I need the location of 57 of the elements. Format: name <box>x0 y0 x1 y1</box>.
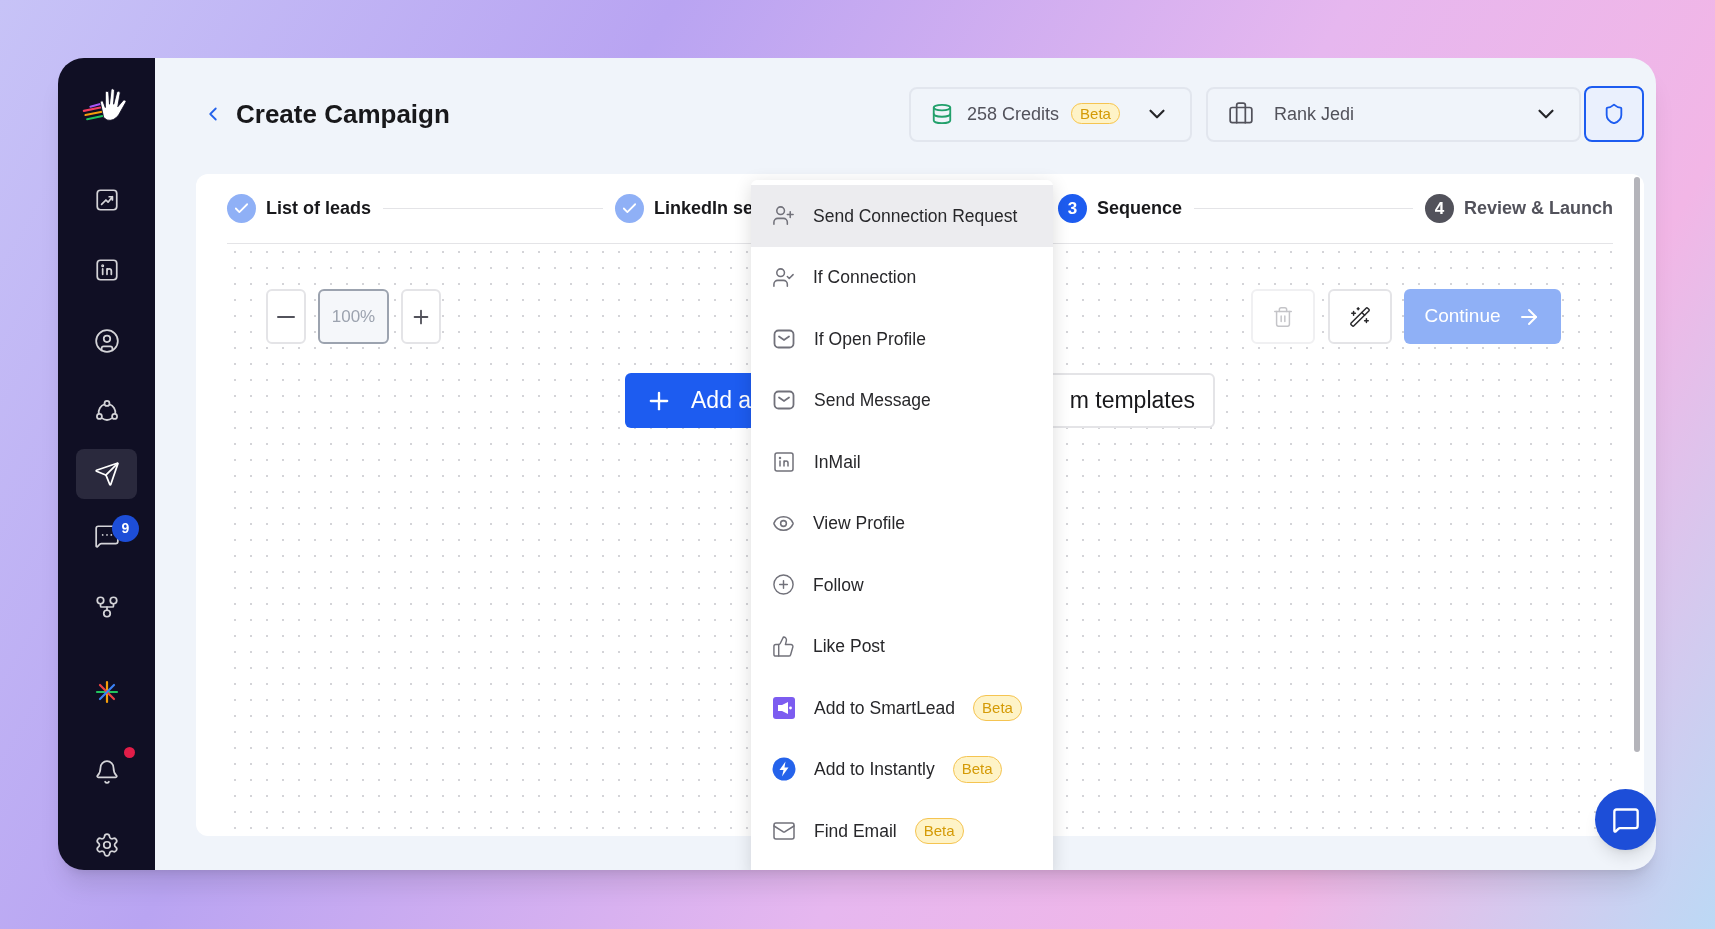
workspace-name: Rank Jedi <box>1274 102 1355 126</box>
asterisk-icon <box>94 679 119 704</box>
beta-badge: Beta <box>914 817 964 844</box>
magic-wand-icon <box>1349 305 1371 328</box>
beta-badge: Beta <box>1071 103 1120 124</box>
chat-icon <box>93 523 120 550</box>
briefcase-icon <box>1228 101 1254 127</box>
linkedin-icon <box>93 257 120 284</box>
settings-icon <box>93 831 120 858</box>
step-label: Sequence <box>1097 198 1183 218</box>
scrollbar[interactable] <box>1634 177 1640 752</box>
trash-icon <box>1272 305 1294 328</box>
unread-count-badge: 9 <box>112 515 139 543</box>
user-check-icon <box>772 265 795 289</box>
step-label: Review & Launch <box>1463 198 1613 218</box>
step-label: List of leads <box>266 198 372 218</box>
chat-launcher-button[interactable] <box>1595 789 1656 850</box>
sidebar-item[interactable] <box>76 448 137 500</box>
chat-icon <box>1611 805 1640 834</box>
shield-icon <box>1603 103 1625 125</box>
sidebar-item[interactable]: 9 <box>76 511 137 562</box>
minus-icon <box>277 315 295 318</box>
lightning-icon <box>772 757 796 782</box>
credits-dropdown[interactable]: 258 Credits Beta <box>909 86 1192 142</box>
user-icon <box>93 327 120 354</box>
beta-badge: Beta <box>952 756 1002 783</box>
step-indicator: 4 <box>1424 194 1454 223</box>
plus-circle-icon <box>772 573 795 597</box>
menu-item[interactable]: View Profile <box>751 492 1053 554</box>
magic-wand-button[interactable] <box>1328 289 1392 344</box>
menu-item[interactable]: Add to Instantly Beta <box>751 738 1053 800</box>
user-plus-icon <box>772 204 795 228</box>
zoom-in-button[interactable] <box>401 289 441 344</box>
megaphone-icon <box>772 695 796 720</box>
step-label: LinkedIn se <box>654 198 754 218</box>
menu-item[interactable]: InMail <box>751 431 1053 493</box>
shield-button[interactable] <box>1584 86 1644 142</box>
credits-count: 258 Credits <box>967 102 1060 126</box>
menu-item[interactable]: Like Post <box>751 615 1053 677</box>
chart-icon <box>93 186 120 213</box>
database-icon <box>931 103 953 125</box>
beta-badge: Beta <box>973 694 1022 721</box>
bell-icon <box>93 759 120 786</box>
send-icon <box>93 460 120 487</box>
step-indicator: 3 <box>1058 194 1088 223</box>
page-title: Create Campaign <box>236 97 450 131</box>
menu-item[interactable]: If Connection <box>751 246 1053 308</box>
linkedin-icon <box>772 449 796 474</box>
thumbs-up-icon <box>772 634 795 658</box>
menu-item[interactable]: Find Email Beta <box>751 800 1053 862</box>
menu-item[interactable]: Send Message <box>751 369 1053 431</box>
menu-item[interactable]: Add to SmartLead Beta <box>751 677 1053 739</box>
menu-item[interactable]: If Open Profile <box>751 308 1053 370</box>
workspace-dropdown[interactable]: Rank Jedi <box>1206 86 1581 142</box>
menu-item[interactable]: Send Connection Request <box>751 185 1053 247</box>
menu-item[interactable]: Follow <box>751 554 1053 616</box>
branch-icon <box>93 594 120 620</box>
